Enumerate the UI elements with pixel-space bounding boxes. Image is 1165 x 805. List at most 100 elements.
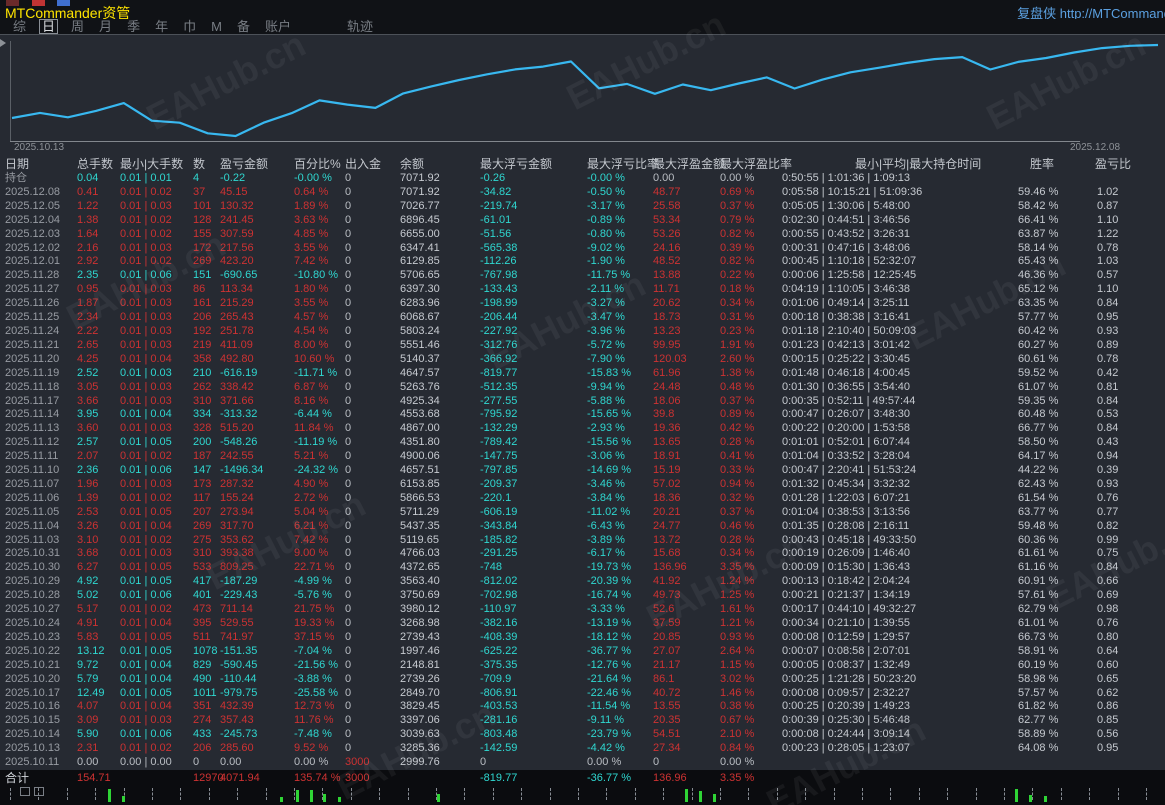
table-row[interactable]: 2025.10.110.000.00 | 0.0000.000.00 %3000… — [0, 756, 1165, 770]
table-row[interactable]: 2025.11.183.050.01 | 0.03262338.426.87 %… — [0, 381, 1165, 395]
table-row[interactable]: 2025.10.285.020.01 | 0.06401-229.43-5.76… — [0, 589, 1165, 603]
table-row[interactable]: 2025.12.041.380.01 | 0.02128241.453.63 %… — [0, 214, 1165, 228]
table-row[interactable]: 持仓0.040.01 | 0.014-0.22-0.00 %07071.92-0… — [0, 172, 1165, 186]
cell-lots: 2.53 — [75, 506, 118, 520]
table-row[interactable]: 2025.10.306.270.01 | 0.05533809.2522.71 … — [0, 561, 1165, 575]
cell-pct: 6.87 % — [292, 381, 340, 395]
tab-巾[interactable]: 巾 — [181, 20, 198, 33]
table-row[interactable]: 2025.11.052.530.01 | 0.05207273.945.04 %… — [0, 506, 1165, 520]
cell-pct: 7.42 % — [292, 255, 340, 269]
header-times[interactable]: 最小|平均|最大持仓时间 — [780, 157, 1016, 172]
header-date[interactable]: 日期 — [0, 157, 75, 172]
cell-mflp: -13.19 % — [585, 617, 651, 631]
table-row[interactable]: 2025.11.282.350.01 | 0.06151-690.65-10.8… — [0, 269, 1165, 283]
header-mfp[interactable]: 最大浮盈金额 — [651, 157, 718, 172]
header-pnl[interactable]: 盈亏金额 — [218, 157, 292, 172]
cell-win: 58.14 % — [1016, 242, 1093, 256]
table-row[interactable]: 2025.11.143.950.01 | 0.04334-313.32-6.44… — [0, 408, 1165, 422]
table-row[interactable]: 2025.12.051.220.01 | 0.03101130.321.89 %… — [0, 200, 1165, 214]
tab-综[interactable]: 综 — [11, 20, 28, 33]
table-row[interactable]: 2025.12.031.640.01 | 0.02155307.594.85 %… — [0, 228, 1165, 242]
table-row[interactable]: 2025.10.164.070.01 | 0.04351432.3912.73 … — [0, 700, 1165, 714]
table-row[interactable]: 2025.10.205.790.01 | 0.04490-110.44-3.88… — [0, 673, 1165, 687]
cell-times: 0:00:15 | 0:25:22 | 3:30:45 — [780, 353, 1016, 367]
table-row[interactable]: 2025.11.112.070.01 | 0.02187242.555.21 %… — [0, 450, 1165, 464]
strip-icon-1[interactable] — [20, 787, 30, 796]
tab-周[interactable]: 周 — [69, 20, 86, 33]
table-row[interactable]: 2025.11.212.650.01 | 0.03219411.098.00 %… — [0, 339, 1165, 353]
header-mflp[interactable]: 最大浮亏比率 — [585, 157, 651, 172]
cell-date: 2025.11.25 — [0, 311, 75, 325]
cell-inout: 0 — [340, 395, 398, 409]
tab-轨迹[interactable]: 轨迹 — [345, 20, 375, 33]
table-row[interactable]: 2025.10.313.680.01 | 0.03310393.389.00 %… — [0, 547, 1165, 561]
table-row[interactable]: 2025.10.294.920.01 | 0.05417-187.29-4.99… — [0, 575, 1165, 589]
cell-mfp: 15.19 — [651, 464, 718, 478]
table-row[interactable]: 2025.10.145.900.01 | 0.06433-245.73-7.48… — [0, 728, 1165, 742]
table-row[interactable]: 2025.11.204.250.01 | 0.04358492.8010.60 … — [0, 353, 1165, 367]
cell-balance: 5866.53 — [398, 492, 478, 506]
tab-日[interactable]: 日 — [39, 19, 58, 34]
cell-pnl: 357.43 — [218, 714, 292, 728]
table-row[interactable]: 2025.10.244.910.01 | 0.04395529.5519.33 … — [0, 617, 1165, 631]
table-row[interactable]: 2025.10.1712.490.01 | 0.051011-979.75-25… — [0, 687, 1165, 701]
tab-季[interactable]: 季 — [125, 20, 142, 33]
table-row[interactable]: 2025.12.012.920.01 | 0.02269423.207.42 %… — [0, 255, 1165, 269]
cell-balance: 5263.76 — [398, 381, 478, 395]
header-lots[interactable]: 总手数 — [75, 157, 118, 172]
cell-inout: 0 — [340, 186, 398, 200]
cell-minmax: 0.01 | 0.02 — [118, 742, 191, 756]
table-row[interactable]: 2025.10.275.170.01 | 0.02473711.1421.75 … — [0, 603, 1165, 617]
cell-date: 2025.12.01 — [0, 255, 75, 269]
table-row[interactable]: 2025.11.242.220.01 | 0.03192251.784.54 %… — [0, 325, 1165, 339]
table-row[interactable]: 2025.11.192.520.01 | 0.03210-616.19-11.7… — [0, 367, 1165, 381]
cell-mfpp: 2.64 % — [718, 645, 780, 659]
summary-row[interactable]: 合计154.71129704071.94135.74 %3000-819.77-… — [0, 770, 1165, 786]
cell-pct: -5.76 % — [292, 589, 340, 603]
table-row[interactable]: 2025.11.061.390.01 | 0.02117155.242.72 %… — [0, 492, 1165, 506]
table-row[interactable]: 2025.10.235.830.01 | 0.05511741.9737.15 … — [0, 631, 1165, 645]
cell-date: 持仓 — [0, 172, 75, 186]
table-row[interactable]: 2025.11.252.340.01 | 0.03206265.434.57 %… — [0, 311, 1165, 325]
header-mfl[interactable]: 最大浮亏金额 — [478, 157, 585, 172]
header-mfpp[interactable]: 最大浮盈比率 — [718, 157, 780, 172]
table-row[interactable]: 2025.12.080.410.01 | 0.023745.150.64 %07… — [0, 186, 1165, 200]
table-row[interactable]: 2025.11.071.960.01 | 0.03173287.324.90 %… — [0, 478, 1165, 492]
table-row[interactable]: 2025.11.173.660.01 | 0.03310371.668.16 %… — [0, 395, 1165, 409]
cell-mflp: -11.75 % — [585, 269, 651, 283]
table-row[interactable]: 2025.12.022.160.01 | 0.03172217.563.55 %… — [0, 242, 1165, 256]
table-row[interactable]: 2025.10.132.310.01 | 0.02206285.609.52 %… — [0, 742, 1165, 756]
table-row[interactable]: 2025.11.133.600.01 | 0.03328515.2011.84 … — [0, 422, 1165, 436]
cell-times — [780, 756, 1016, 770]
table-row[interactable]: 2025.11.261.870.01 | 0.03161215.293.55 %… — [0, 297, 1165, 311]
table-row[interactable]: 2025.10.2213.120.01 | 0.051078-151.35-7.… — [0, 645, 1165, 659]
tab-M[interactable]: M — [209, 20, 224, 33]
volume-tick — [919, 788, 920, 800]
tab-账户[interactable]: 账户 — [263, 20, 293, 33]
table-row[interactable]: 2025.11.122.570.01 | 0.05200-548.26-11.1… — [0, 436, 1165, 450]
cell-minmax: 0.01 | 0.06 — [118, 464, 191, 478]
tab-年[interactable]: 年 — [153, 20, 170, 33]
table-row[interactable]: 2025.11.043.260.01 | 0.04269317.706.21 %… — [0, 520, 1165, 534]
header-win[interactable]: 胜率 — [1016, 157, 1093, 172]
header-pct[interactable]: 百分比% — [292, 157, 340, 172]
cell-count: 101 — [191, 200, 218, 214]
tab-月[interactable]: 月 — [97, 20, 114, 33]
cell-mfl: -220.1 — [478, 492, 585, 506]
header-count[interactable]: 数 — [191, 157, 218, 172]
cell-count: 533 — [191, 561, 218, 575]
cell-inout: 0 — [340, 255, 398, 269]
header-balance[interactable]: 余额 — [398, 157, 478, 172]
header-ratio[interactable]: 盈亏比 — [1093, 157, 1165, 172]
table-row[interactable]: 2025.11.033.100.01 | 0.02275353.627.42 %… — [0, 534, 1165, 548]
table-row[interactable]: 2025.10.219.720.01 | 0.04829-590.45-21.5… — [0, 659, 1165, 673]
table-row[interactable]: 2025.11.102.360.01 | 0.06147-1496.34-24.… — [0, 464, 1165, 478]
table-row[interactable]: 2025.11.270.950.01 | 0.0386113.341.80 %0… — [0, 283, 1165, 297]
chart-x-axis — [10, 141, 1080, 142]
header-inout[interactable]: 出入金 — [340, 157, 398, 172]
table-row[interactable]: 2025.10.153.090.01 | 0.03274357.4311.76 … — [0, 714, 1165, 728]
equity-chart[interactable]: 2025.10.13 2025.12.08 — [0, 35, 1165, 157]
volume-tick — [1146, 788, 1147, 800]
tab-备[interactable]: 备 — [235, 20, 252, 33]
header-minmax[interactable]: 最小|大手数 — [118, 157, 191, 172]
